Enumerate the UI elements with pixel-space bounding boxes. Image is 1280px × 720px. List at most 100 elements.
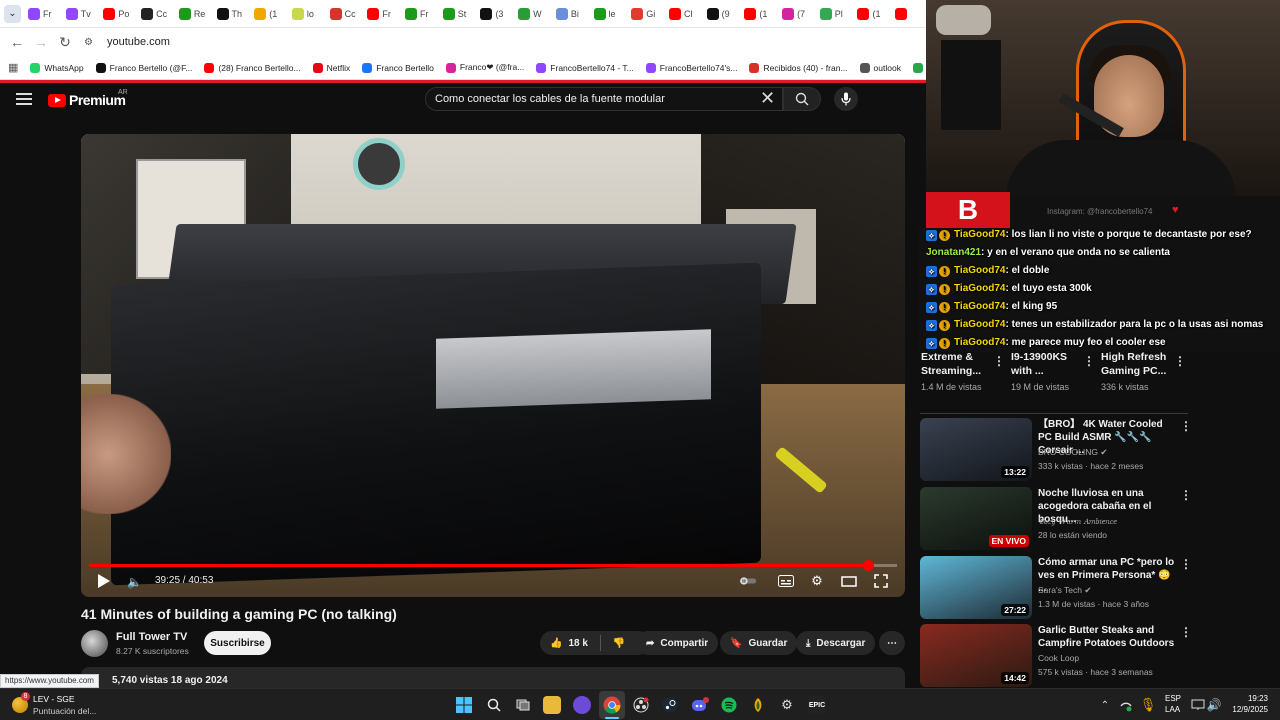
bookmark-item[interactable]: FrancoBertello74 - T... <box>536 62 634 73</box>
browser-tab[interactable]: (1 <box>249 4 285 24</box>
discord-icon[interactable] <box>691 696 709 714</box>
browser-tab[interactable]: Gi <box>626 4 662 24</box>
search-button[interactable] <box>783 87 821 111</box>
browser-tab[interactable]: Fr <box>23 4 59 24</box>
browser-tab[interactable]: (3 <box>475 4 511 24</box>
browser-tab[interactable]: Cl <box>664 4 700 24</box>
browser-tab[interactable]: Fr <box>362 4 398 24</box>
browser-tab[interactable]: Th <box>212 4 248 24</box>
more-actions-button[interactable]: ⋯ <box>879 631 905 655</box>
site-info-icon[interactable]: ⚙ <box>84 37 93 48</box>
kebab-menu-icon[interactable]: ⋮ <box>1180 557 1192 571</box>
obs-icon[interactable] <box>632 696 650 714</box>
file-explorer-icon[interactable] <box>543 696 561 714</box>
kebab-menu-icon[interactable]: ⋮ <box>1180 625 1192 639</box>
razer-icon[interactable] <box>749 696 767 714</box>
browser-tab[interactable]: lo <box>287 4 323 24</box>
rec-top-title[interactable]: Extreme & Streaming... <box>921 350 999 378</box>
spotify-icon[interactable] <box>720 696 738 714</box>
search-input[interactable]: Como conectar los cables de la fuente mo… <box>425 87 783 111</box>
bookmark-item[interactable]: Recibidos (40) - fran... <box>749 62 848 73</box>
kebab-menu-icon[interactable]: ⋮ <box>1180 419 1192 433</box>
weather-title[interactable]: LEV - SGE <box>33 694 75 704</box>
rec-top-title[interactable]: High Refresh Gaming PC... <box>1101 350 1179 378</box>
browser-tab[interactable]: Fr <box>400 4 436 24</box>
bookmark-item[interactable]: Franco Bertello <box>362 62 434 73</box>
settings-gear-icon[interactable]: ⚙ <box>778 696 796 714</box>
bookmark-item[interactable]: outlook <box>859 62 901 73</box>
browser-tab[interactable]: Re <box>174 4 210 24</box>
like-button[interactable]: 👍 18 k <box>550 638 588 649</box>
video-thumbnail[interactable]: 13:22 <box>920 418 1032 481</box>
save-button[interactable]: 🔖 Guardar <box>720 631 798 655</box>
browser-tab[interactable]: le <box>589 4 625 24</box>
thumbs-down-icon[interactable]: 👎 <box>613 638 625 649</box>
browser-tab[interactable]: W <box>513 4 549 24</box>
channel-avatar[interactable] <box>81 630 108 657</box>
play-icon[interactable] <box>97 573 111 589</box>
steam-icon[interactable] <box>661 696 679 714</box>
back-button[interactable]: ← <box>8 33 26 51</box>
browser-tab[interactable]: Bi <box>551 4 587 24</box>
clear-search-icon[interactable]: ✕ <box>760 88 775 108</box>
forward-button[interactable]: → <box>32 33 50 51</box>
autoplay-toggle-icon[interactable] <box>739 573 757 589</box>
epic-games-icon[interactable]: EPIC <box>808 696 826 714</box>
bookmark-item[interactable]: Franco❤ (@fra... <box>445 62 524 73</box>
video-player[interactable]: 🔈 39:25 / 40:53 ⚙ <box>81 134 905 597</box>
bookmark-item[interactable]: (28) Franco Bertello... <box>204 62 301 73</box>
share-button[interactable]: ➦ Compartir <box>636 631 719 655</box>
recommended-title[interactable]: Garlic Butter Steaks and Campfire Potato… <box>1038 624 1178 650</box>
video-thumbnail[interactable]: 27:22 <box>920 556 1032 619</box>
tray-volume-icon[interactable]: 🔊 <box>1205 696 1223 714</box>
chrome-icon[interactable] <box>603 696 621 714</box>
reload-button[interactable]: ↻ <box>56 33 74 51</box>
menu-icon[interactable] <box>16 93 32 105</box>
theater-mode-icon[interactable] <box>840 573 858 589</box>
channel-name[interactable]: Full Tower TV <box>116 631 187 643</box>
rec-top-title[interactable]: I9-13900KS with ... <box>1011 350 1089 378</box>
progress-bar[interactable] <box>89 560 897 571</box>
youtube-logo[interactable]: Premium <box>48 92 126 108</box>
bookmark-item[interactable]: WhatsApp <box>30 62 84 73</box>
download-button[interactable]: ⤓ Descargar <box>796 631 876 655</box>
search-icon[interactable] <box>485 696 503 714</box>
subtitles-icon[interactable] <box>777 573 795 589</box>
fullscreen-icon[interactable] <box>872 573 890 589</box>
tray-network-icon[interactable] <box>1117 696 1135 714</box>
video-thumbnail[interactable]: EN VIVO <box>920 487 1032 550</box>
app-circle-icon[interactable] <box>573 696 591 714</box>
recommended-video[interactable]: 27:22 Cómo armar una PC *pero lo ves en P… <box>920 556 1192 620</box>
browser-tab[interactable]: Cc <box>136 4 172 24</box>
video-thumbnail[interactable]: 14:42 <box>920 624 1032 687</box>
bookmark-item[interactable]: FrancoBertello74's... <box>645 62 737 73</box>
volume-icon[interactable]: 🔈 <box>127 575 142 589</box>
kebab-menu-icon[interactable]: ⋮ <box>1180 488 1192 502</box>
tab-search-button[interactable]: ⌄ <box>4 4 21 23</box>
browser-tab[interactable]: Cc <box>325 4 361 24</box>
recommended-video[interactable]: EN VIVO Noche lluviosa en una acogedora c… <box>920 487 1192 551</box>
input-layout[interactable]: LAA <box>1165 705 1180 714</box>
recommended-video[interactable]: 13:22 【BRO】 4K Water Cooled PC Build ASMR… <box>920 418 1192 482</box>
browser-tab[interactable]: (7 <box>777 4 813 24</box>
browser-tab[interactable] <box>890 4 926 24</box>
recommended-channel[interactable]: BRO COOLING ✔ <box>1038 447 1107 458</box>
clock-time[interactable]: 19:23 <box>1236 694 1268 703</box>
rec-kebab-icon[interactable]: ⋮ <box>1083 354 1095 368</box>
browser-tab[interactable]: (1 <box>739 4 775 24</box>
clock-date[interactable]: 12/9/2025 <box>1226 705 1268 714</box>
apps-icon[interactable]: ▦ <box>8 59 18 77</box>
browser-tab[interactable]: Po <box>98 4 134 24</box>
address-bar[interactable]: youtube.com <box>107 36 170 48</box>
bookmark-item[interactable]: Netflix <box>312 62 350 73</box>
voice-search-button[interactable] <box>834 87 858 111</box>
windows-start-icon[interactable] <box>455 696 473 714</box>
tray-microphone-icon[interactable]: 🎙 <box>1139 696 1157 714</box>
bookmark-item[interactable]: Franco Bertello (@F... <box>95 62 192 73</box>
tray-chevron-icon[interactable]: ⌃ <box>1096 696 1114 714</box>
input-language[interactable]: ESP <box>1165 694 1181 703</box>
browser-tab[interactable]: Tv <box>61 4 97 24</box>
browser-tab[interactable]: Pl <box>815 4 851 24</box>
browser-tab[interactable]: (1 <box>852 4 888 24</box>
browser-tab[interactable]: (9 <box>702 4 738 24</box>
